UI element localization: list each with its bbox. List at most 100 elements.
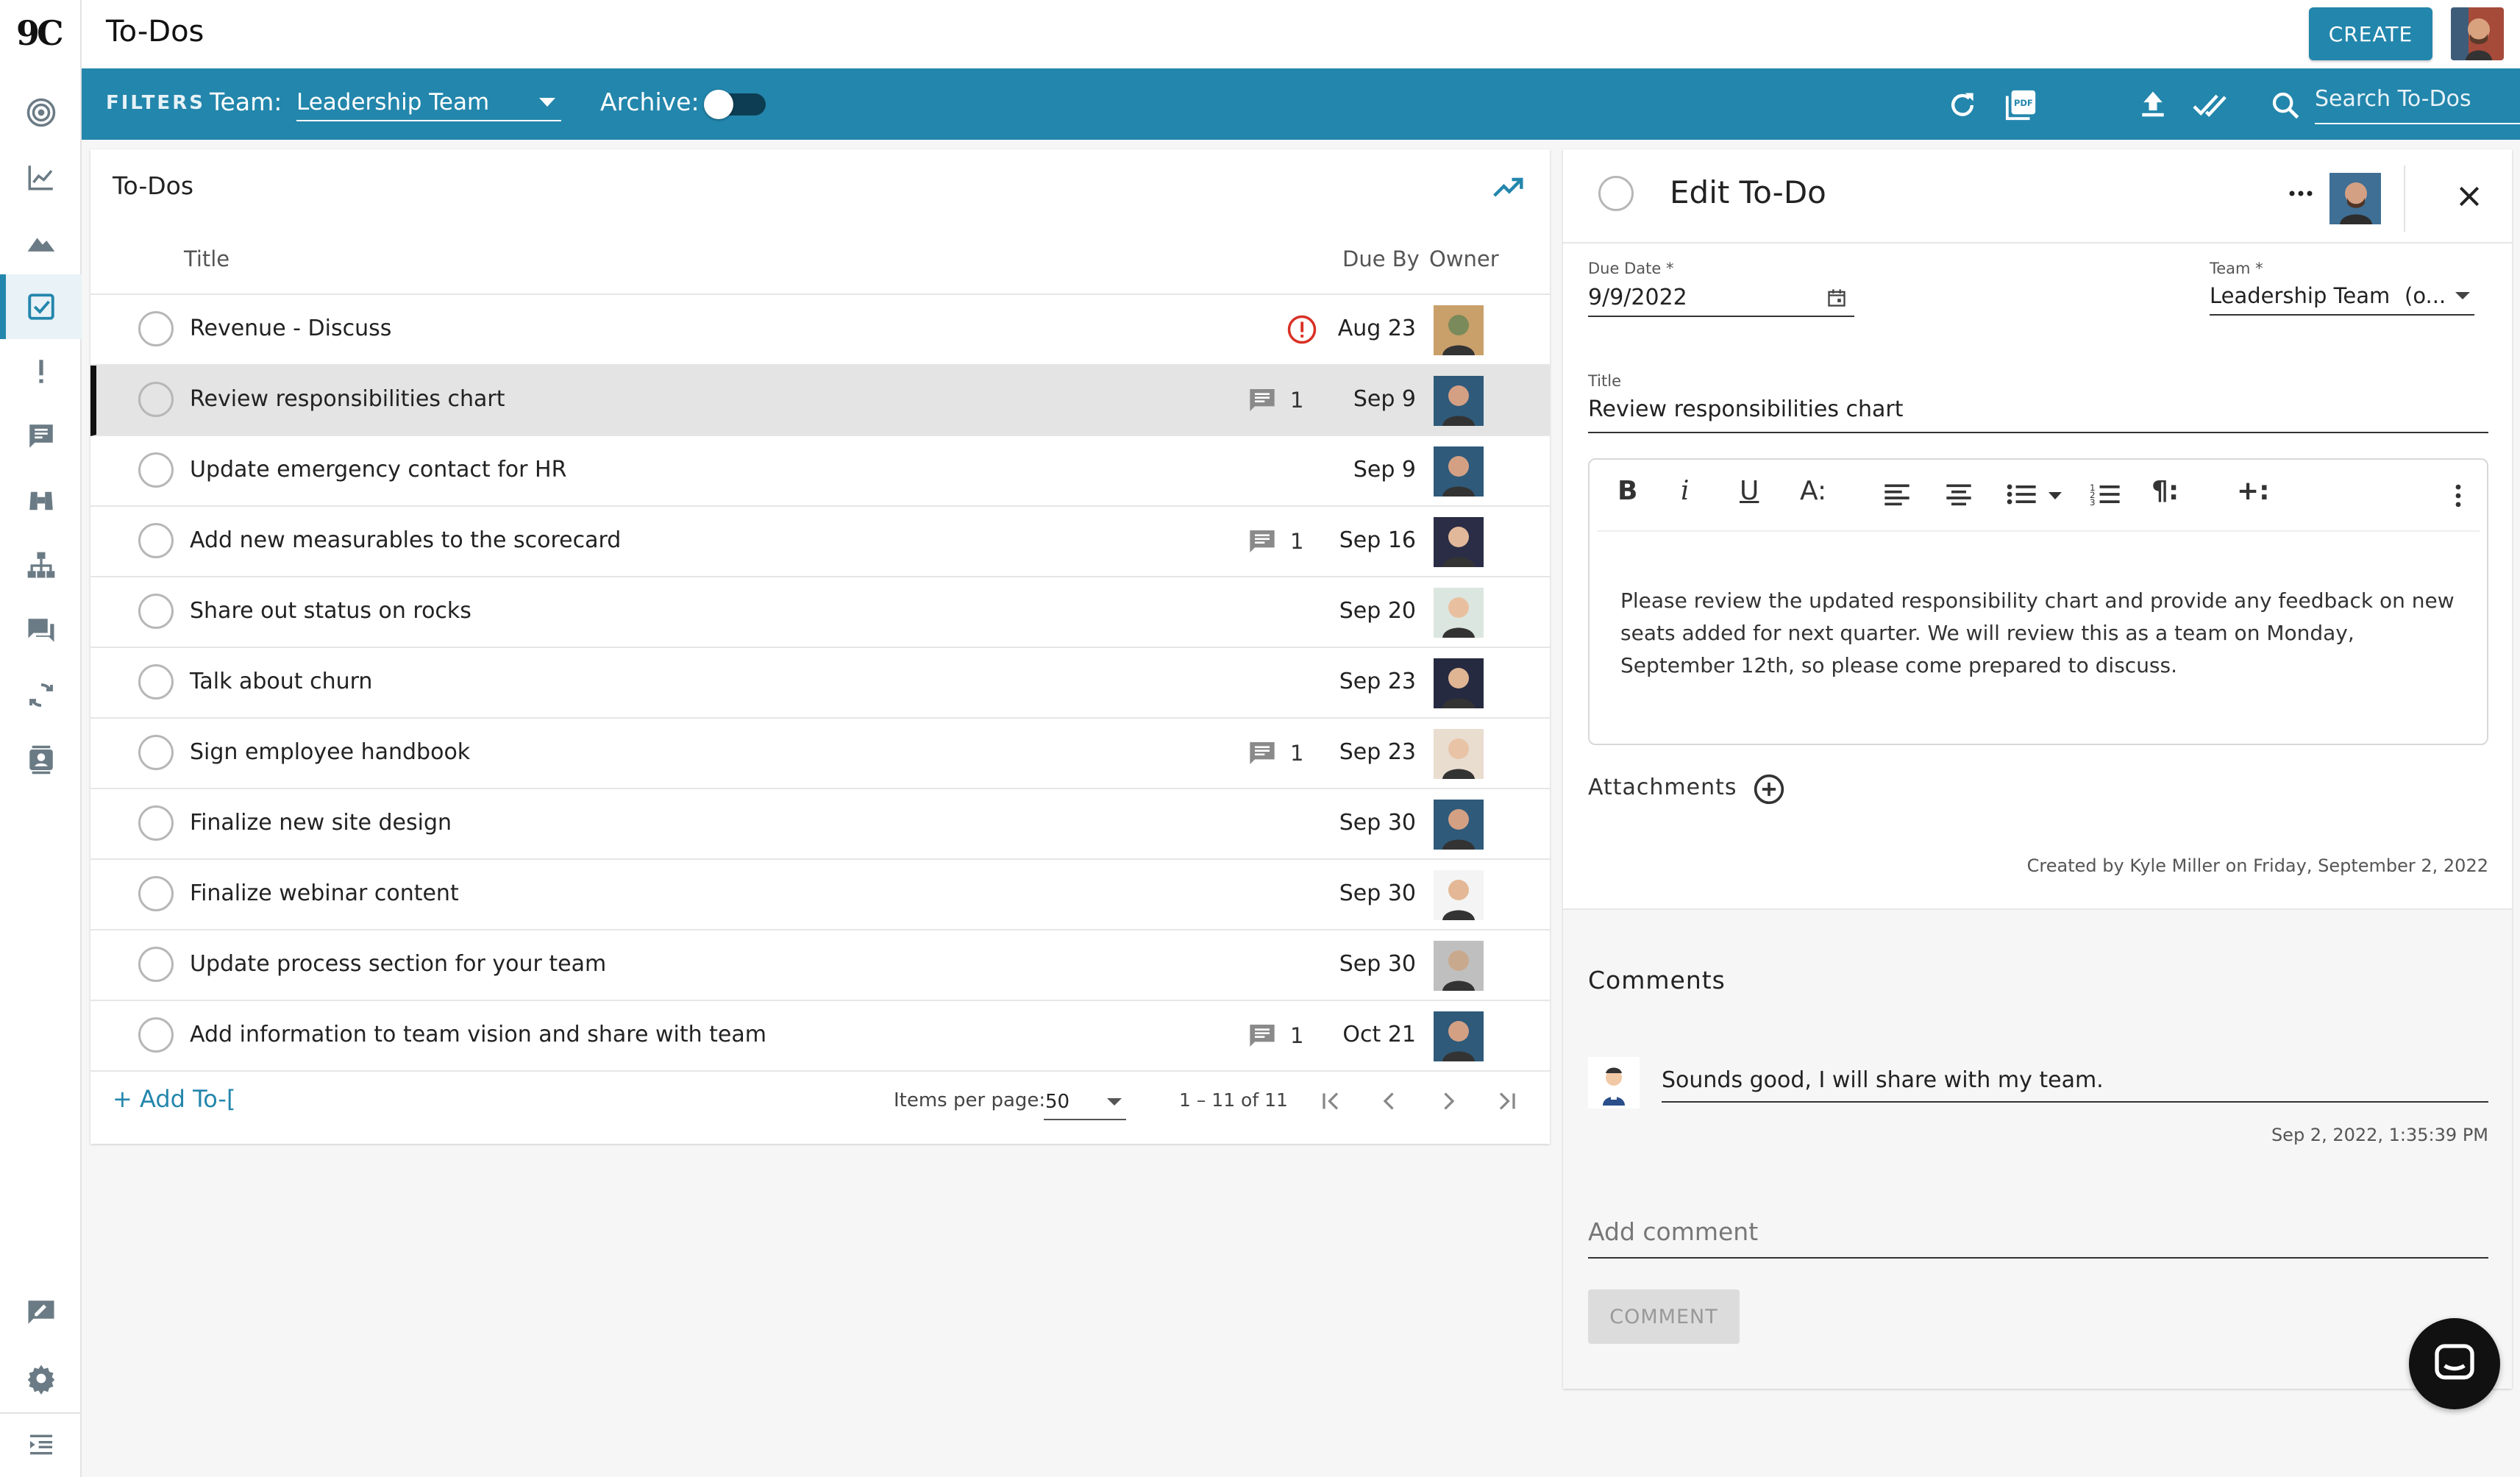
font-size-button[interactable]: A: <box>1800 476 1826 506</box>
title-field[interactable]: Review responsibilities chart <box>1588 392 2488 433</box>
table-row[interactable]: Update emergency contact for HR Sep 9 <box>90 436 1550 507</box>
underline-button[interactable]: U <box>1740 476 1759 506</box>
pdf-icon[interactable]: PDF <box>2004 88 2038 121</box>
table-row[interactable]: Review responsibilities chart 1 Sep 9 <box>90 366 1550 436</box>
upload-icon[interactable] <box>2137 88 2169 120</box>
more-options-icon[interactable] <box>2288 185 2314 202</box>
add-comment-input[interactable]: Add comment <box>1588 1203 2488 1259</box>
add-attachment-icon[interactable] <box>1753 773 1785 805</box>
team-field[interactable]: Leadership Team (o... <box>2210 279 2474 316</box>
calendar-icon[interactable] <box>1826 288 1847 308</box>
mountain-icon[interactable] <box>0 210 82 274</box>
todo-checkbox[interactable] <box>138 311 174 346</box>
user-avatar[interactable] <box>2451 7 2504 60</box>
todo-title[interactable]: Add information to team vision and share… <box>190 1022 766 1047</box>
feedback-icon[interactable] <box>0 404 82 469</box>
search-input[interactable]: Search To-Dos <box>2315 82 2520 124</box>
table-row[interactable]: Sign employee handbook 1 Sep 23 <box>90 719 1550 789</box>
target-icon[interactable] <box>0 80 82 145</box>
todo-checkbox[interactable] <box>138 805 174 841</box>
menu-collapse-icon[interactable] <box>0 1412 82 1477</box>
comments-section: Comments Sounds good, I will share with … <box>1563 908 2512 1389</box>
todo-checkbox[interactable] <box>138 523 174 558</box>
todo-title[interactable]: Share out status on rocks <box>190 598 471 624</box>
close-icon[interactable] <box>2455 182 2484 211</box>
todo-title[interactable]: Talk about churn <box>190 669 372 694</box>
todo-title[interactable]: Review responsibilities chart <box>190 386 505 412</box>
table-row[interactable]: Revenue - Discuss Aug 23 <box>90 295 1550 366</box>
notes-editor[interactable]: B i U A: 123 ¶: +: Please review the upd… <box>1588 458 2488 745</box>
items-per-page-select[interactable]: 50 <box>1044 1082 1126 1120</box>
todo-checkbox[interactable] <box>138 1017 174 1053</box>
owner-avatar <box>1434 517 1484 567</box>
col-owner-header[interactable]: Owner <box>1429 246 1499 271</box>
refresh-icon[interactable] <box>1946 89 1979 121</box>
org-chart-icon[interactable] <box>0 533 82 598</box>
sync-icon[interactable] <box>0 663 82 727</box>
todo-due-date: Sep 23 <box>1339 739 1416 765</box>
todo-checkbox[interactable] <box>138 382 174 417</box>
comment-icon <box>1250 389 1275 411</box>
todo-title[interactable]: Add new measurables to the scorecard <box>190 527 621 553</box>
complete-checkbox[interactable] <box>1598 176 1634 211</box>
first-page-icon[interactable] <box>1317 1088 1344 1114</box>
commenter-avatar <box>1588 1057 1640 1108</box>
todo-title[interactable]: Finalize webinar content <box>190 880 459 906</box>
italic-button[interactable]: i <box>1681 476 1690 506</box>
next-page-icon[interactable] <box>1435 1088 1462 1114</box>
todo-checkbox[interactable] <box>138 594 174 629</box>
todo-title[interactable]: Update emergency contact for HR <box>190 457 566 483</box>
todo-title[interactable]: Update process section for your team <box>190 951 606 977</box>
search-icon <box>2272 92 2299 119</box>
checkbox-icon[interactable] <box>0 274 82 339</box>
exclamation-icon[interactable] <box>0 339 82 404</box>
chat-launcher-button[interactable] <box>2409 1318 2500 1409</box>
archive-toggle[interactable] <box>704 90 766 119</box>
todo-title[interactable]: Finalize new site design <box>190 810 452 836</box>
add-todo-button[interactable]: + Add To-[ <box>113 1085 235 1113</box>
todo-checkbox[interactable] <box>138 452 174 488</box>
trending-up-icon[interactable] <box>1492 171 1524 204</box>
binoculars-icon[interactable] <box>0 469 82 533</box>
bold-button[interactable]: B <box>1617 476 1637 506</box>
table-row[interactable]: Share out status on rocks Sep 20 <box>90 577 1550 648</box>
due-date-field[interactable]: 9/9/2022 <box>1588 280 1854 317</box>
col-due-header[interactable]: Due By <box>1342 246 1420 271</box>
todo-checkbox[interactable] <box>138 947 174 982</box>
page-title: To-Dos <box>106 15 204 49</box>
contacts-icon[interactable] <box>0 727 82 792</box>
col-title-header[interactable]: Title <box>184 246 229 271</box>
todo-title[interactable]: Sign employee handbook <box>190 739 470 765</box>
chart-line-icon[interactable] <box>0 145 82 210</box>
table-row[interactable]: Add information to team vision and share… <box>90 1001 1550 1072</box>
numbered-list-icon[interactable]: 123 <box>2090 482 2122 507</box>
align-center-icon[interactable] <box>1944 482 1973 507</box>
prev-page-icon[interactable] <box>1376 1088 1403 1114</box>
create-button[interactable]: CREATE <box>2309 7 2432 60</box>
last-page-icon[interactable] <box>1494 1088 1520 1114</box>
todo-checkbox[interactable] <box>138 735 174 770</box>
created-by-text: Created by Kyle Miller on Friday, Septem… <box>2026 855 2488 876</box>
insert-button[interactable]: +: <box>2237 476 2270 506</box>
team-select[interactable]: Leadership Team <box>296 85 561 121</box>
bullet-list-icon[interactable] <box>2006 482 2038 507</box>
table-row[interactable]: Talk about churn Sep 23 <box>90 648 1550 719</box>
paragraph-button[interactable]: ¶: <box>2151 476 2179 506</box>
done-all-icon[interactable] <box>2191 89 2229 121</box>
gear-icon[interactable] <box>0 1346 82 1411</box>
comment-button[interactable]: COMMENT <box>1588 1289 1740 1344</box>
table-row[interactable]: Add new measurables to the scorecard 1 Sep… <box>90 507 1550 577</box>
chevron-down-icon[interactable] <box>2049 492 2062 499</box>
edit-note-icon[interactable] <box>0 1280 82 1345</box>
align-left-icon[interactable] <box>1882 482 1912 507</box>
app-logo[interactable]: 9C <box>16 13 64 53</box>
table-row[interactable]: Finalize new site design Sep 30 <box>90 789 1550 860</box>
table-row[interactable]: Update process section for your team Sep … <box>90 930 1550 1001</box>
more-vertical-icon[interactable] <box>2453 483 2463 508</box>
table-row[interactable]: Finalize webinar content Sep 30 <box>90 860 1550 930</box>
todo-title[interactable]: Revenue - Discuss <box>190 316 391 341</box>
chat-icon[interactable] <box>0 598 82 663</box>
todo-checkbox[interactable] <box>138 876 174 911</box>
todo-checkbox[interactable] <box>138 664 174 700</box>
owner-avatar[interactable] <box>2329 173 2381 224</box>
